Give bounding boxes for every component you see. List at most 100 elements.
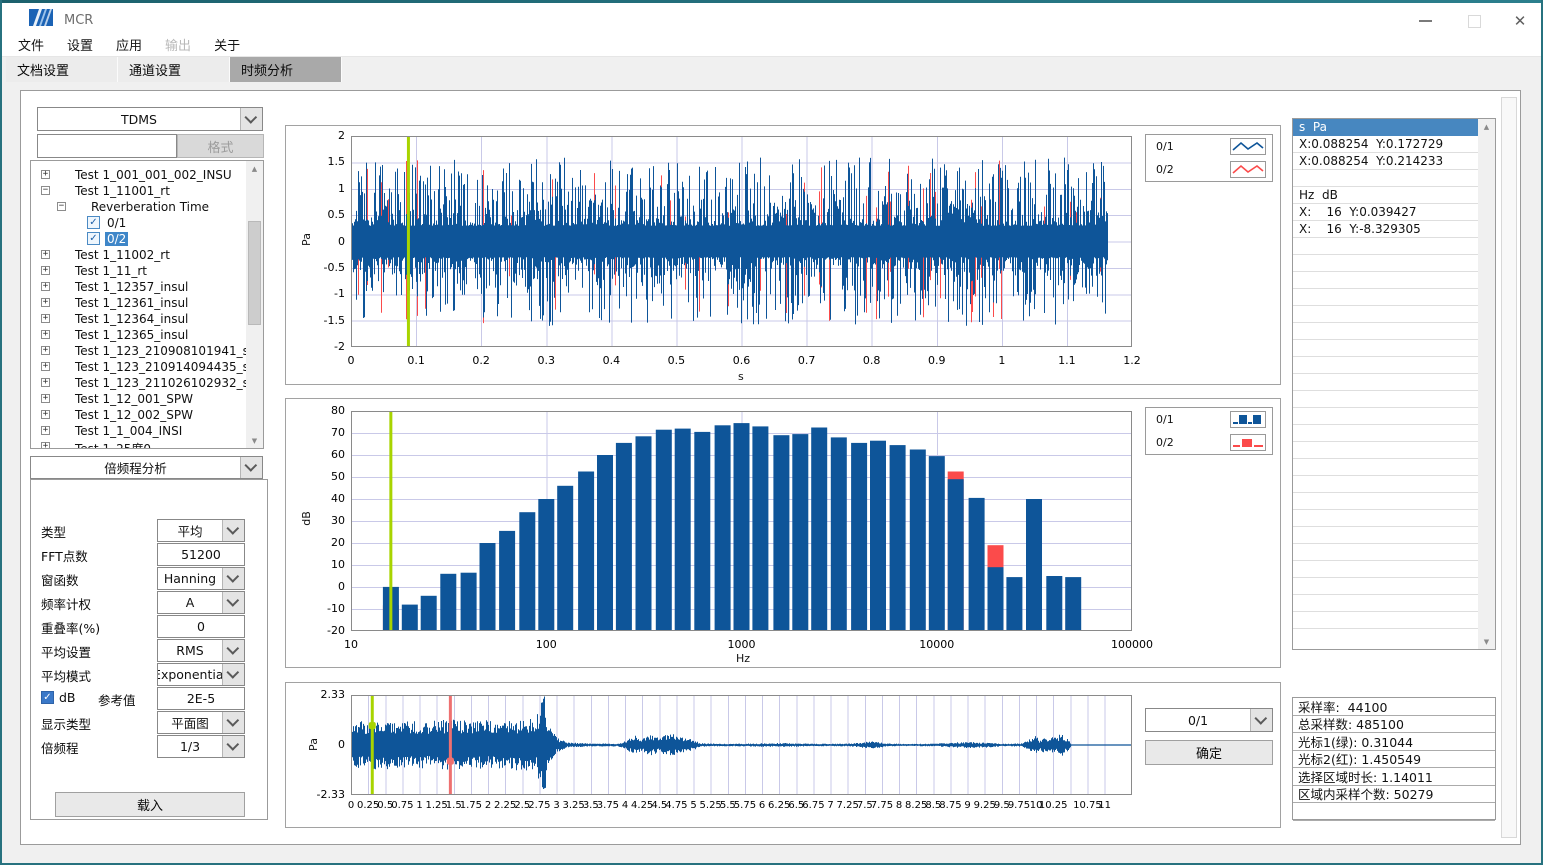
tree-expander-icon[interactable]: + — [41, 266, 50, 275]
form-select-1[interactable]: 平均 — [157, 519, 245, 542]
form-input-8[interactable]: 2E-5 — [157, 687, 245, 710]
tree-row[interactable]: ✓ 0/1 — [31, 215, 246, 231]
tree-expander-icon[interactable]: + — [41, 346, 50, 355]
readout-row-empty[interactable] — [1293, 255, 1478, 272]
menu-item-2[interactable]: 设置 — [67, 35, 93, 54]
content-scrollbar-track[interactable] — [1501, 97, 1517, 838]
tree-expander-icon[interactable]: + — [41, 394, 50, 403]
readout-row-empty[interactable] — [1293, 391, 1478, 408]
tree-item-label[interactable]: Test 1_123_211026102932_spw — [73, 376, 264, 390]
tab-1[interactable]: 文档设置 — [6, 57, 118, 82]
time-waveform-plot[interactable] — [351, 136, 1132, 351]
readout-row-empty[interactable] — [1293, 306, 1478, 323]
form-select-3[interactable]: Hanning — [157, 567, 245, 590]
scroll-down-icon[interactable]: ▼ — [247, 433, 262, 448]
scroll-down-icon[interactable]: ▼ — [1479, 634, 1494, 649]
menu-item-4[interactable]: 输出 — [165, 35, 191, 54]
tree-row[interactable]: +Test 1_1_004_INSI — [31, 423, 246, 439]
minimize-button[interactable] — [1408, 11, 1442, 31]
readout-row-empty[interactable] — [1293, 612, 1478, 629]
tree-item-label[interactable]: Reverberation Time — [89, 200, 211, 214]
tree-item-label[interactable]: Test 1_123_210908101941_spw — [73, 344, 264, 358]
form-select-4[interactable]: A — [157, 591, 245, 614]
readout-row-empty[interactable] — [1293, 544, 1478, 561]
tree-row[interactable]: − Test 1_11001_rt — [31, 183, 246, 199]
readout-row-empty[interactable] — [1293, 527, 1478, 544]
menu-item-3[interactable]: 应用 — [116, 35, 142, 54]
readout-row-empty[interactable] — [1293, 238, 1478, 255]
readout-row[interactable]: s Pa — [1293, 119, 1478, 136]
load-button[interactable]: 载入 — [55, 792, 245, 817]
tree-item-label[interactable]: Test 1_123_210914094435_spw — [73, 360, 264, 374]
menu-item-1[interactable]: 文件 — [18, 35, 44, 54]
readout-row[interactable]: X: 16 Y:-8.329305 — [1293, 221, 1478, 238]
tree-row[interactable]: + Test 1_12361_insul — [31, 295, 246, 311]
tab-2[interactable]: 通道设置 — [118, 57, 230, 82]
readout-row[interactable]: Hz dB — [1293, 187, 1478, 204]
format-button[interactable]: 格式 — [177, 134, 264, 158]
tree-expander-icon[interactable]: + — [41, 250, 50, 259]
readout-row-empty[interactable] — [1293, 442, 1478, 459]
tree-item-label[interactable]: Test 1_12364_insul — [73, 312, 190, 326]
tree-expander-icon[interactable]: + — [41, 170, 50, 179]
tree-expander-icon[interactable]: + — [41, 378, 50, 387]
readout-row-empty[interactable] — [1293, 561, 1478, 578]
tree-item-label[interactable]: Test 1_12357_insul — [73, 280, 190, 294]
readout-row-empty[interactable] — [1293, 476, 1478, 493]
form-input-2[interactable]: 51200 — [157, 543, 245, 566]
tree-checkbox[interactable]: ✓ — [87, 232, 100, 245]
tree-item-label[interactable]: Test 1_12_001_SPW — [73, 392, 195, 406]
readout-row-empty[interactable] — [1293, 459, 1478, 476]
tree-item-label[interactable]: Test 1_11001_rt — [73, 184, 172, 198]
readout-row[interactable]: X:0.088254 Y:0.172729 — [1293, 136, 1478, 153]
readout-scrollbar[interactable]: ▲▼ — [1478, 119, 1495, 649]
tree-checkbox[interactable]: ✓ — [87, 216, 100, 229]
scroll-thumb[interactable] — [248, 221, 261, 325]
tree-expander-icon[interactable]: + — [41, 314, 50, 323]
tree-item-label[interactable]: Test 1_12365_insul — [73, 328, 190, 342]
tree-row[interactable]: +Test 1_123_210908101941_spw — [31, 343, 246, 359]
readout-row-empty[interactable] — [1293, 493, 1478, 510]
maximize-button[interactable] — [1457, 11, 1491, 31]
tree-row[interactable]: +Test 1_12365_insul — [31, 327, 246, 343]
tree-row[interactable]: − Reverberation Time — [31, 199, 246, 215]
readout-row-empty[interactable] — [1293, 272, 1478, 289]
tree-expander-icon[interactable]: + — [41, 442, 50, 449]
channel-select[interactable]: 0/1 — [1145, 708, 1273, 732]
form-select-9[interactable]: 平面图 — [157, 711, 245, 734]
tree-expander-icon[interactable]: + — [41, 298, 50, 307]
tab-3[interactable]: 时频分析 — [230, 57, 342, 82]
readout-row-empty[interactable] — [1293, 578, 1478, 595]
tree-row[interactable]: + Test 1_25度0 — [31, 439, 246, 449]
overview-waveform-plot[interactable] — [351, 695, 1132, 799]
readout-row-empty[interactable] — [1293, 340, 1478, 357]
tree-row[interactable]: + Test 1_12_001_SPW — [31, 391, 246, 407]
tree-item-label[interactable]: Test 1_12_002_SPW — [73, 408, 195, 422]
readout-row-empty[interactable] — [1293, 408, 1478, 425]
tree-scrollbar[interactable]: ▲▼ — [246, 161, 263, 448]
tree-expander-icon[interactable]: − — [41, 186, 50, 195]
confirm-button[interactable]: 确定 — [1145, 740, 1273, 765]
tree-row[interactable]: +Test 1_001_001_002_INSU — [31, 167, 246, 183]
readout-row-empty[interactable] — [1293, 323, 1478, 340]
tree-item-label[interactable]: 0/1 — [105, 216, 128, 230]
tree-item-label[interactable]: Test 1_12361_insul — [73, 296, 190, 310]
spectrum-plot[interactable] — [351, 411, 1132, 635]
close-button[interactable]: ✕ — [1503, 11, 1537, 31]
form-input-5[interactable]: 0 — [157, 615, 245, 638]
readout-row-empty[interactable] — [1293, 595, 1478, 612]
tree-item-label[interactable]: Test 1_11002_rt — [73, 248, 172, 262]
tree-expander-icon[interactable]: + — [41, 362, 50, 371]
form-select-7[interactable]: Exponential — [157, 663, 245, 686]
form-select-6[interactable]: RMS — [157, 639, 245, 662]
scroll-up-icon[interactable]: ▲ — [247, 161, 262, 176]
tree-expander-icon[interactable]: + — [41, 282, 50, 291]
tree-item-label[interactable]: Test 1_25度0 — [73, 440, 153, 449]
tree-expander-icon[interactable]: − — [57, 202, 66, 211]
readout-row-empty[interactable] — [1293, 170, 1478, 187]
tree-row[interactable]: + Test 1_11002_rt — [31, 247, 246, 263]
tree-row[interactable]: + Test 1_12357_insul — [31, 279, 246, 295]
tree-row[interactable]: +Test 1_123_211026102932_spw — [31, 375, 246, 391]
form-select-10[interactable]: 1/3 — [157, 735, 245, 758]
tree-row[interactable]: +Test 1_123_210914094435_spw — [31, 359, 246, 375]
